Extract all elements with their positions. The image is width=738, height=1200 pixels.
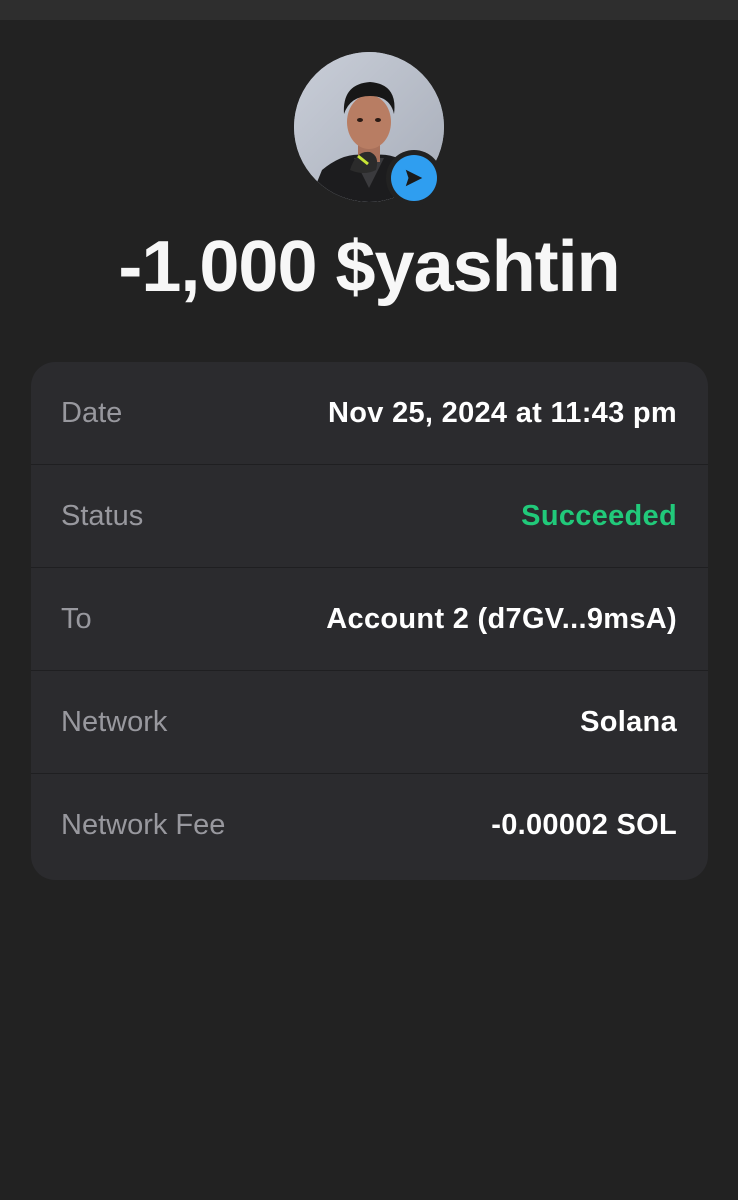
network-value: Solana bbox=[580, 705, 677, 738]
to-label: To bbox=[61, 602, 92, 635]
transaction-amount: -1,000 $yashtin bbox=[118, 227, 620, 307]
to-value[interactable]: Account 2 (d7GV...9msA) bbox=[326, 603, 677, 636]
detail-row-network-fee: Network Fee -0.00002 SOL bbox=[31, 774, 708, 877]
recipient-avatar-group bbox=[294, 52, 444, 206]
detail-row-to: To Account 2 (d7GV...9msA) bbox=[31, 568, 708, 671]
detail-row-date: Date Nov 25, 2024 at 11:43 pm bbox=[31, 362, 708, 465]
network-label: Network bbox=[61, 705, 168, 738]
transaction-details-card: Date Nov 25, 2024 at 11:43 pm Status Suc… bbox=[31, 362, 708, 880]
date-label: Date bbox=[61, 396, 123, 429]
top-bar bbox=[0, 0, 738, 20]
network-fee-label: Network Fee bbox=[61, 809, 226, 841]
network-fee-value: -0.00002 SOL bbox=[491, 809, 677, 841]
status-value: Succeeded bbox=[521, 499, 677, 532]
date-value: Nov 25, 2024 at 11:43 pm bbox=[328, 396, 677, 429]
detail-row-network: Network Solana bbox=[31, 671, 708, 774]
status-label: Status bbox=[61, 499, 144, 532]
detail-row-status: Status Succeeded bbox=[31, 465, 708, 568]
send-badge bbox=[386, 150, 442, 206]
send-arrow-icon bbox=[405, 169, 423, 187]
